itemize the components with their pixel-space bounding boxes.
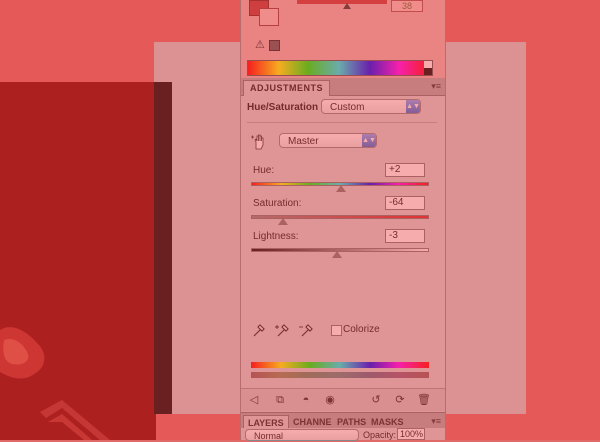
lightness-input[interactable]: -3 <box>385 229 425 243</box>
canvas-artwork <box>0 327 110 440</box>
previous-state-icon[interactable]: ↺ <box>369 393 383 407</box>
output-color-bar <box>251 372 429 378</box>
saturation-label: Saturation: <box>253 198 302 209</box>
saturation-input[interactable]: -64 <box>385 196 425 210</box>
color-slider-track[interactable] <box>297 0 387 4</box>
canvas-edge-shadow <box>154 82 172 414</box>
preset-value: Custom <box>330 102 365 113</box>
eyedropper-icon[interactable] <box>253 324 265 337</box>
panel-dock: 38 ⚠ ADJUSTMENTS ▾≡ Hue/Saturation Custo… <box>240 0 446 441</box>
channel-value: Master <box>288 136 319 147</box>
clip-to-layer-icon[interactable]: ◓ <box>299 393 313 407</box>
back-arrow-icon[interactable]: ◁ <box>247 393 261 407</box>
trash-icon[interactable]: 🗑 <box>417 393 431 407</box>
tab-masks[interactable]: MASKS <box>367 415 408 429</box>
lightness-slider-thumb[interactable] <box>332 251 343 258</box>
layers-options-row: Normal Opacity: 100% <box>241 428 445 441</box>
color-value-field[interactable]: 38 <box>391 0 423 12</box>
adjustments-tabbar: ADJUSTMENTS ▾≡ <box>241 78 445 96</box>
visibility-eye-icon[interactable]: ◉ <box>323 393 337 407</box>
tab-channels[interactable]: CHANNE <box>289 415 336 429</box>
preset-dropdown[interactable]: Custom ▲▼ <box>321 99 421 114</box>
expanded-view-icon[interactable]: ⧉ <box>273 393 287 407</box>
blend-mode-dropdown[interactable]: Normal <box>245 429 359 441</box>
reset-icon[interactable]: ⟳ <box>393 393 407 407</box>
on-image-adjust-hand-icon[interactable] <box>251 134 267 150</box>
saturation-slider-thumb[interactable] <box>278 218 289 225</box>
eyedropper-tools <box>253 324 313 337</box>
opacity-input[interactable]: 100% <box>397 428 425 440</box>
channel-dropdown[interactable]: Master ▲▼ <box>279 133 377 148</box>
colorize-label: Colorize <box>343 324 380 335</box>
panel-menu-icon[interactable]: ▾≡ <box>431 81 441 92</box>
tab-adjustments[interactable]: ADJUSTMENTS <box>243 80 331 96</box>
divider <box>247 122 437 123</box>
black-white-swatch[interactable] <box>423 60 433 76</box>
dropdown-arrow-icon: ▲▼ <box>406 100 420 113</box>
tab-paths[interactable]: PATHS <box>333 415 370 429</box>
color-slider-thumb[interactable] <box>343 3 351 9</box>
dropdown-arrow-icon: ▲▼ <box>362 134 376 147</box>
background-color-swatch[interactable] <box>259 8 279 26</box>
hue-slider-thumb[interactable] <box>335 185 346 192</box>
gamut-swatch[interactable] <box>269 40 280 51</box>
layers-menu-icon[interactable]: ▾≡ <box>431 416 441 427</box>
eyedropper-add-icon[interactable] <box>275 324 289 337</box>
colorize-checkbox[interactable] <box>331 325 342 336</box>
lightness-label: Lightness: <box>253 231 299 242</box>
layers-tabbar: LAYERS CHANNE PATHS MASKS ▾≡ <box>241 412 445 430</box>
hue-input[interactable]: +2 <box>385 163 425 177</box>
eyedropper-subtract-icon[interactable] <box>299 324 313 337</box>
adjustments-footer: ◁ ⧉ ◓ ◉ ↺ ⟳ 🗑 <box>241 388 445 411</box>
color-panel: 38 ⚠ <box>241 0 445 78</box>
adjustment-title: Hue/Saturation <box>247 102 319 113</box>
input-color-bar <box>251 362 429 368</box>
gamut-warning-icon[interactable]: ⚠ <box>255 38 265 51</box>
hue-label: Hue: <box>253 165 275 176</box>
opacity-label: Opacity: <box>363 430 397 440</box>
pasteboard-right <box>526 0 600 440</box>
document-canvas[interactable] <box>0 82 156 440</box>
color-spectrum-ramp[interactable] <box>247 60 431 76</box>
